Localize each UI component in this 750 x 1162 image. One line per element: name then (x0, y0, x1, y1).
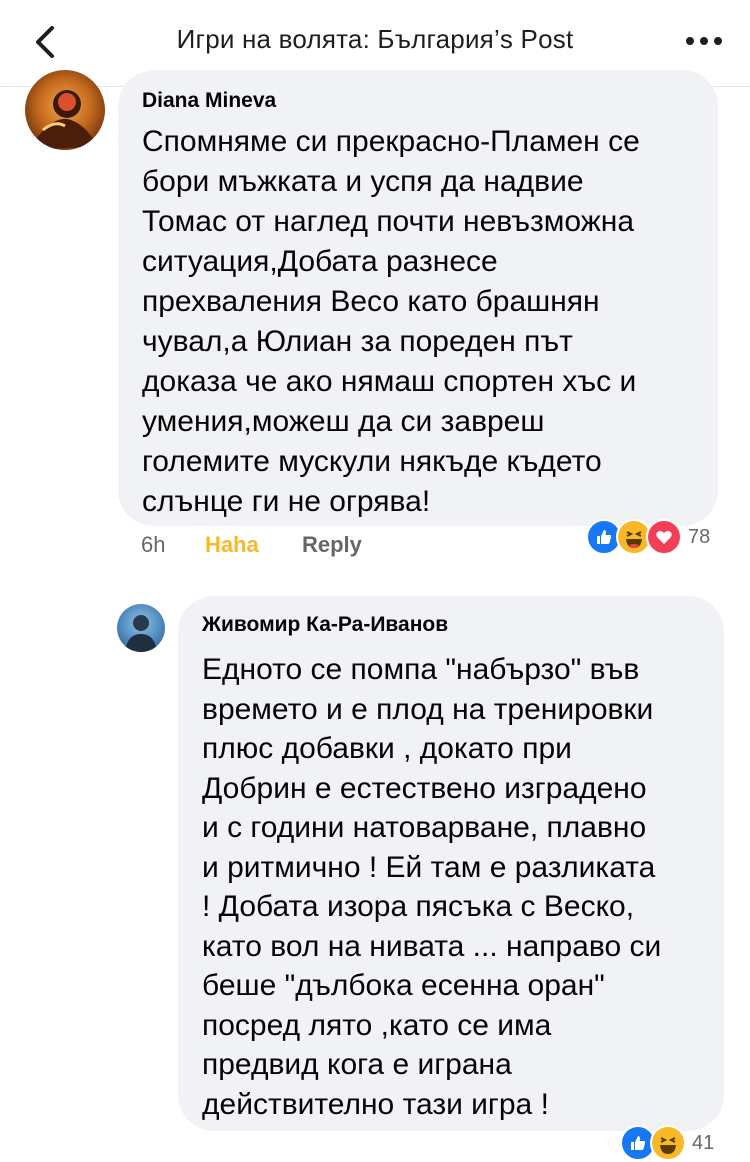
back-button[interactable] (24, 20, 68, 64)
comment-author[interactable]: Живомир Ка-Ра-Иванов (202, 612, 700, 638)
comment-bubble: Живомир Ка-Ра-Иванов Едното се помпа "на… (178, 596, 724, 1131)
comment-bubble: Diana Mineva Спомняме си прекрасно-Пламе… (118, 70, 718, 526)
comment-text: Спомняме си прекрасно-Пламен се бори мъж… (142, 125, 640, 518)
page-title: Игри на волята: България’s Post (176, 24, 574, 54)
reaction-count: 41 (692, 1131, 715, 1154)
reactions-summary[interactable]: 78 (586, 518, 710, 556)
more-options-button[interactable] (684, 26, 724, 56)
back-arrow-icon (36, 26, 54, 58)
reply-button[interactable]: Reply (302, 532, 362, 562)
comment-text: Едното се помпа "набързо" във времето и … (202, 653, 662, 1121)
reaction-count: 78 (688, 525, 711, 548)
comment-author[interactable]: Diana Mineva (142, 88, 694, 114)
avatar[interactable] (117, 604, 165, 652)
reaction-button[interactable]: Haha (205, 532, 259, 562)
comment-timestamp: 6h (141, 532, 166, 557)
avatar[interactable] (25, 70, 105, 150)
haha-reaction-icon (650, 1125, 686, 1161)
love-reaction-icon (646, 519, 682, 555)
reactions-summary[interactable]: 41 (620, 1124, 714, 1162)
more-options-icon (686, 37, 722, 45)
